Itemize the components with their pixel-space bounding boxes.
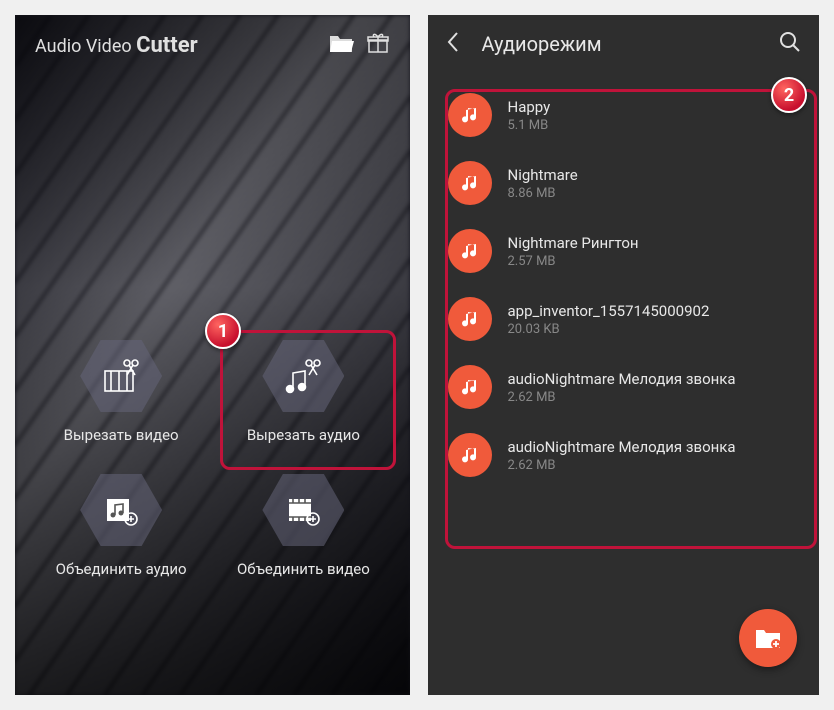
- audio-title: Nightmare Рингтон: [508, 234, 639, 252]
- menu-cut-audio[interactable]: Вырезать аудио: [217, 340, 389, 444]
- audio-size: 2.62 MB: [508, 390, 736, 405]
- search-icon[interactable]: [779, 31, 801, 57]
- app-title: Audio Video Cutter: [35, 33, 198, 58]
- header: Аудиорежим: [428, 15, 820, 73]
- header-actions: [328, 31, 390, 59]
- hexagon: [80, 474, 162, 546]
- screen-home: Audio Video Cutter Вырезать видео: [15, 15, 410, 695]
- list-item[interactable]: app_inventor_1557145000902 20.03 KB: [440, 285, 808, 353]
- app-title-light: Audio Video: [35, 36, 136, 57]
- music-icon: [448, 161, 492, 205]
- screen-audio-list: Аудиорежим Happy 5.1 MB Nightmare 8.86 M…: [428, 15, 820, 695]
- audio-size: 8.86 MB: [508, 186, 578, 201]
- cut-audio-icon: [283, 357, 323, 395]
- audio-title: audioNightmare Мелодия звонка: [508, 438, 736, 456]
- audio-title: Happy: [508, 98, 551, 116]
- hexagon: [80, 340, 162, 412]
- step-badge-1: 1: [205, 313, 241, 349]
- list-item-text: Nightmare Рингтон 2.57 MB: [508, 234, 639, 269]
- hexagon: [262, 340, 344, 412]
- menu-cut-video[interactable]: Вырезать видео: [35, 340, 207, 444]
- menu-grid: Вырезать видео Вырезать аудио: [15, 340, 410, 578]
- list-item[interactable]: Nightmare Рингтон 2.57 MB: [440, 217, 808, 285]
- audio-size: 2.57 MB: [508, 254, 639, 269]
- merge-audio-icon: [101, 491, 141, 529]
- audio-title: Nightmare: [508, 166, 578, 184]
- folder-icon[interactable]: [328, 32, 354, 58]
- app-title-bold: Cutter: [136, 33, 198, 58]
- audio-title: audioNightmare Мелодия звонка: [508, 370, 736, 388]
- audio-size: 20.03 KB: [508, 322, 710, 337]
- list-item-text: Nightmare 8.86 MB: [508, 166, 578, 201]
- folder-add-icon: [754, 626, 782, 650]
- music-icon: [448, 297, 492, 341]
- merge-video-icon: [283, 491, 323, 529]
- hexagon: [262, 474, 344, 546]
- music-icon: [448, 93, 492, 137]
- header: Audio Video Cutter: [15, 15, 410, 75]
- audio-size: 5.1 MB: [508, 118, 551, 133]
- list-item[interactable]: audioNightmare Мелодия звонка 2.62 MB: [440, 421, 808, 489]
- list-item[interactable]: audioNightmare Мелодия звонка 2.62 MB: [440, 353, 808, 421]
- music-icon: [448, 229, 492, 273]
- music-icon: [448, 433, 492, 477]
- menu-label: Вырезать видео: [64, 426, 179, 444]
- gift-ads-icon[interactable]: [366, 31, 390, 59]
- menu-label: Объединить видео: [237, 560, 370, 578]
- cut-video-icon: [101, 357, 141, 395]
- list-item[interactable]: Nightmare 8.86 MB: [440, 149, 808, 217]
- back-icon[interactable]: [446, 31, 460, 57]
- step-badge-2: 2: [771, 77, 807, 113]
- audio-title: app_inventor_1557145000902: [508, 302, 710, 320]
- audio-size: 2.62 MB: [508, 458, 736, 473]
- audio-list: Happy 5.1 MB Nightmare 8.86 MB Nightmare…: [428, 73, 820, 497]
- fab-folder-button[interactable]: [739, 609, 797, 667]
- menu-merge-audio[interactable]: Объединить аудио: [35, 474, 207, 578]
- list-item-text: audioNightmare Мелодия звонка 2.62 MB: [508, 370, 736, 405]
- list-item[interactable]: Happy 5.1 MB: [440, 81, 808, 149]
- list-item-text: audioNightmare Мелодия звонка 2.62 MB: [508, 438, 736, 473]
- menu-label: Вырезать аудио: [247, 426, 360, 444]
- menu-merge-video[interactable]: Объединить видео: [217, 474, 389, 578]
- menu-label: Объединить аудио: [56, 560, 187, 578]
- list-item-text: app_inventor_1557145000902 20.03 KB: [508, 302, 710, 337]
- music-icon: [448, 365, 492, 409]
- list-item-text: Happy 5.1 MB: [508, 98, 551, 133]
- page-title: Аудиорежим: [482, 32, 758, 56]
